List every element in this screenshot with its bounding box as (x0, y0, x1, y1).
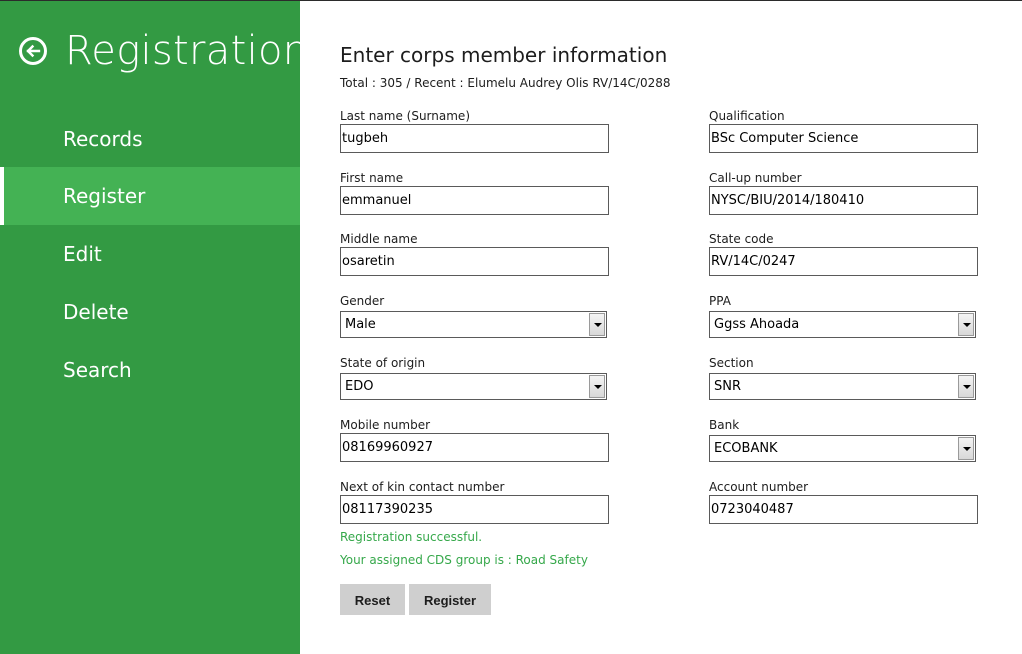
sidebar-item-records[interactable]: Records (0, 110, 300, 168)
sidebar-item-search[interactable]: Search (0, 341, 300, 399)
chevron-down-icon[interactable] (958, 375, 974, 398)
gender-label: Gender (340, 294, 385, 308)
bank-value: ECOBANK (714, 441, 778, 456)
middle-name-label: Middle name (340, 232, 418, 246)
qualification-label: Qualification (709, 109, 785, 123)
next-of-kin-input[interactable]: 08117390235 (340, 495, 609, 524)
mobile-number-input[interactable]: 08169960927 (340, 433, 609, 462)
first-name-input[interactable]: emmanuel (340, 186, 609, 215)
page-heading: Enter corps member information (340, 43, 668, 67)
register-button[interactable]: Register (409, 584, 491, 615)
sidebar-item-edit[interactable]: Edit (0, 225, 300, 283)
bank-select[interactable]: ECOBANK (709, 435, 976, 462)
ppa-label: PPA (709, 294, 731, 308)
ppa-select[interactable]: Ggss Ahoada (709, 311, 976, 338)
account-number-input[interactable]: 0723040487 (709, 495, 978, 524)
app-title: Registration (65, 28, 309, 74)
sidebar: Registration Records Register Edit Delet… (0, 1, 308, 654)
state-of-origin-value: EDO (345, 379, 374, 394)
ppa-value: Ggss Ahoada (714, 317, 800, 332)
call-up-number-input[interactable]: NYSC/BIU/2014/180410 (709, 186, 978, 215)
last-name-label: Last name (Surname) (340, 109, 470, 123)
chevron-down-icon[interactable] (589, 313, 605, 336)
first-name-label: First name (340, 171, 404, 185)
sidebar-item-register[interactable]: Register (0, 167, 300, 225)
middle-name-input[interactable]: osaretin (340, 247, 609, 276)
chevron-down-icon[interactable] (958, 313, 974, 336)
next-of-kin-label: Next of kin contact number (340, 480, 505, 494)
bank-label: Bank (709, 418, 740, 432)
mobile-number-label: Mobile number (340, 418, 431, 432)
chevron-down-icon[interactable] (958, 437, 974, 460)
gender-select[interactable]: Male (340, 311, 607, 338)
registration-status-message: Registration successful. (340, 530, 483, 544)
section-value: SNR (714, 379, 742, 394)
reset-button[interactable]: Reset (340, 584, 405, 615)
last-name-input[interactable]: tugbeh (340, 124, 609, 153)
state-of-origin-label: State of origin (340, 356, 426, 370)
qualification-input[interactable]: BSc Computer Science (709, 124, 978, 153)
state-of-origin-select[interactable]: EDO (340, 373, 607, 400)
section-select[interactable]: SNR (709, 373, 976, 400)
account-number-label: Account number (709, 480, 809, 494)
back-arrow-icon[interactable] (19, 37, 47, 65)
state-code-input[interactable]: RV/14C/0247 (709, 247, 978, 276)
cds-group-message: Your assigned CDS group is : Road Safety (340, 553, 588, 567)
call-up-number-label: Call-up number (709, 171, 802, 185)
registration-summary: Total : 305 / Recent : Elumelu Audrey Ol… (340, 76, 671, 90)
sidebar-item-delete[interactable]: Delete (0, 283, 300, 341)
section-label: Section (709, 356, 754, 370)
chevron-down-icon[interactable] (589, 375, 605, 398)
state-code-label: State code (709, 232, 774, 246)
gender-value: Male (345, 317, 376, 332)
